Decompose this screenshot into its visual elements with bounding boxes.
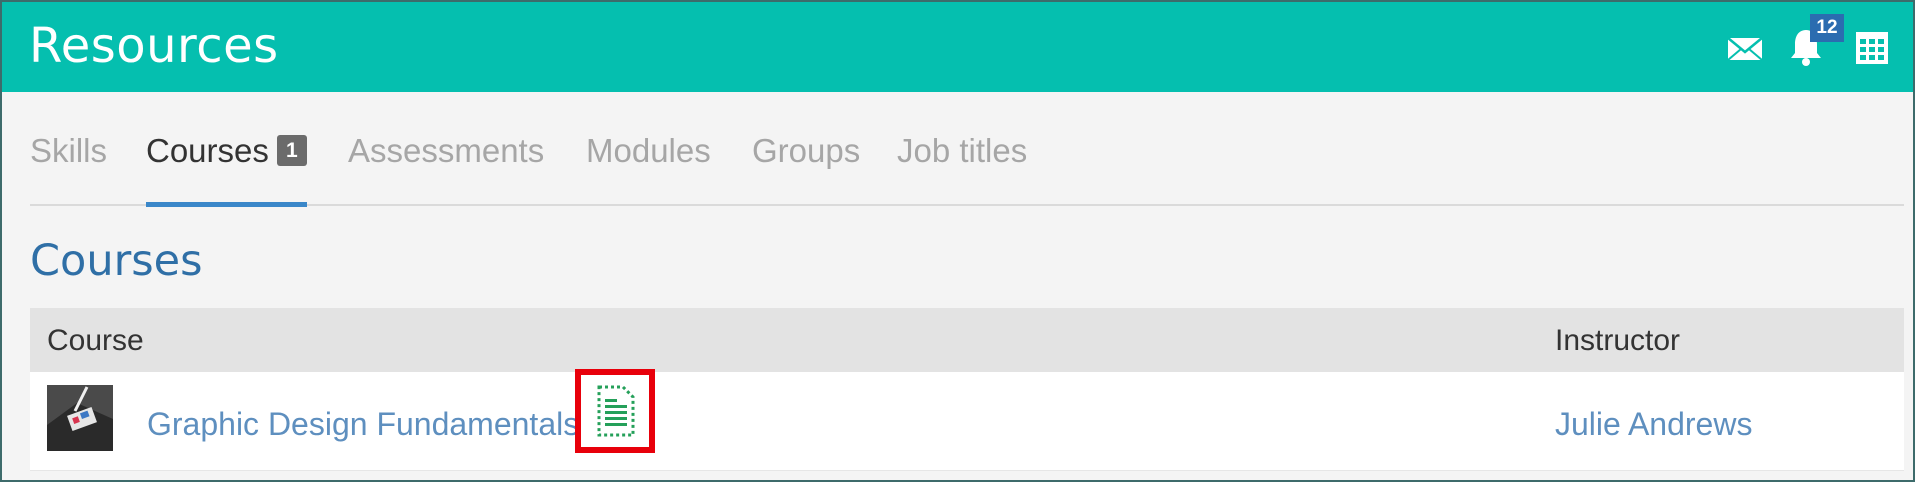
tab-groups[interactable]: Groups xyxy=(752,132,860,202)
tab-courses[interactable]: Courses 1 xyxy=(146,132,307,207)
resource-tabs: Skills Courses 1 Assessments Modules Grou… xyxy=(30,132,1904,207)
column-header-instructor: Instructor xyxy=(1555,324,1681,357)
section-title: Courses xyxy=(30,236,203,286)
tab-modules[interactable]: Modules xyxy=(586,132,711,202)
course-thumbnail xyxy=(47,385,113,451)
instructor-link[interactable]: Julie Andrews xyxy=(1555,406,1752,443)
mail-icon[interactable] xyxy=(1726,30,1766,70)
column-header-course: Course xyxy=(47,324,144,357)
table-header: Course Instructor xyxy=(30,308,1904,372)
tab-assessments[interactable]: Assessments xyxy=(348,132,544,202)
resources-panel: Resources 12 Skills Courses 1 Assessment… xyxy=(0,0,1915,482)
notification-badge: 12 xyxy=(1810,14,1844,42)
course-link[interactable]: Graphic Design Fundamentals xyxy=(147,406,579,443)
page-header: Resources 12 xyxy=(2,2,1913,92)
document-icon[interactable] xyxy=(595,385,635,442)
calendar-icon[interactable] xyxy=(1854,30,1894,70)
page-title: Resources xyxy=(29,18,279,74)
courses-count-badge: 1 xyxy=(276,135,307,166)
tab-job-titles[interactable]: Job titles xyxy=(897,132,1027,202)
tab-skills[interactable]: Skills xyxy=(30,132,107,202)
document-icon-highlight[interactable] xyxy=(575,369,655,453)
table-row: Graphic Design Fundamentals Julie Andrew… xyxy=(30,369,1904,471)
